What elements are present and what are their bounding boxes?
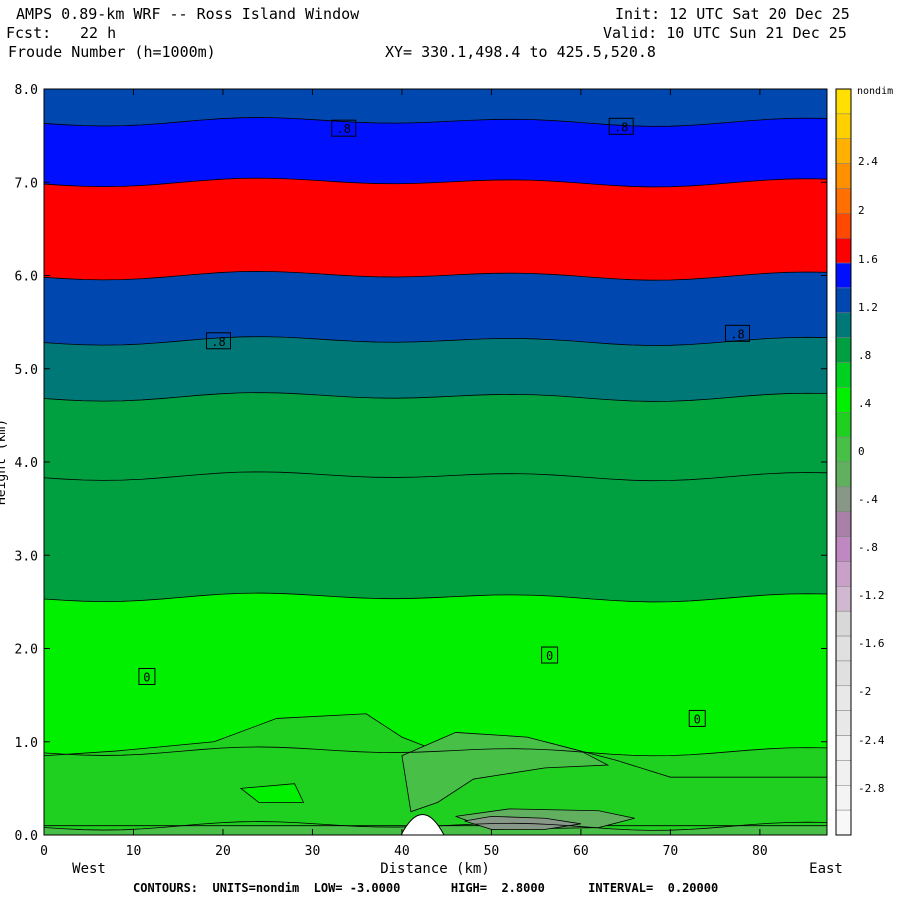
- contour-label: .8: [211, 335, 225, 349]
- colorbar-swatch: [835, 586, 852, 612]
- colorbar-tick-label: -.8: [858, 541, 878, 554]
- colorbar-swatch: [835, 163, 852, 189]
- colorbar-tick-label: -2.8: [858, 782, 885, 795]
- y-tick-label: 7.0: [15, 176, 38, 191]
- colorbar-swatch: [835, 138, 852, 164]
- colorbar-swatch: [835, 337, 852, 363]
- colorbar-swatch: [835, 287, 852, 314]
- y-tick-label: 4.0: [15, 456, 38, 471]
- contour-label: .8: [730, 327, 744, 341]
- y-tick-label: 0.0: [15, 829, 38, 844]
- colorbar-tick-label: .4: [858, 397, 872, 410]
- colorbar-swatch: [835, 710, 852, 736]
- colorbar-swatch: [835, 760, 852, 786]
- colorbar-tick-label: -2.4: [858, 734, 885, 747]
- contour-fill-layer: [43, 89, 828, 835]
- contour-band: [44, 117, 827, 187]
- cross-section-chart: 0.01.02.03.04.05.06.07.08.0 0 10 20 30 40 50 6…: [0, 83, 893, 895]
- colorbar-swatch: [835, 237, 852, 264]
- contour-band: [44, 392, 827, 481]
- colorbar-tick-label: -2: [858, 685, 871, 698]
- colorbar-swatch: [835, 387, 852, 413]
- x-axis-east-label: East: [809, 861, 843, 877]
- y-tick-label: 2.0: [15, 643, 38, 658]
- colorbar-swatch: [835, 262, 852, 289]
- colorbar-units-label: nondim: [857, 86, 893, 97]
- x-tick-label: 60: [573, 844, 589, 859]
- colorbar-swatch: [835, 362, 852, 388]
- x-axis-label: Distance (km): [380, 861, 490, 877]
- colorbar-swatch: [835, 635, 852, 662]
- y-tick-label: 5.0: [15, 363, 38, 378]
- y-axis-label: Height (km): [0, 419, 9, 505]
- colorbar-tick-label: 2.4: [858, 155, 878, 168]
- colorbar-swatch: [835, 511, 852, 537]
- colorbar-tick-label: -.4: [858, 493, 878, 506]
- y-tick-label: 1.0: [15, 736, 38, 751]
- colorbar-swatch: [835, 660, 852, 687]
- colorbar-tick-label: -1.2: [858, 589, 885, 602]
- colorbar-swatch: [835, 188, 852, 214]
- x-tick-label: 50: [484, 844, 500, 859]
- x-tick-label: 80: [752, 844, 768, 859]
- colorbar-swatch: [835, 412, 852, 438]
- y-tick-label: 8.0: [15, 83, 38, 98]
- colorbar-swatch: [835, 312, 852, 338]
- contour-summary: CONTOURS: UNITS=nondim LOW= -3.0000 HIGH…: [133, 881, 718, 895]
- colorbar-swatch: [835, 735, 852, 761]
- colorbar-swatch: [835, 536, 852, 562]
- contour-band: [44, 89, 827, 127]
- x-axis-west-label: West: [72, 861, 106, 877]
- colorbar-swatch: [835, 561, 852, 587]
- colorbar-tick-label: 1.6: [858, 253, 878, 266]
- x-tick-label: 20: [215, 844, 231, 859]
- contour-band: [44, 593, 827, 756]
- colorbar-swatch: [835, 436, 852, 463]
- colorbar-swatch: [835, 486, 852, 512]
- colorbar-tick-label: 0: [858, 445, 865, 458]
- colorbar: 2.4 2 1.6 1.2 .8 .4 0 -.4 -.8 -1.2 -1.6 -2 -2.4 -2.8: [835, 88, 885, 836]
- y-tick-label: 3.0: [15, 549, 38, 564]
- contour-band: [44, 178, 827, 281]
- x-tick-label: 10: [126, 844, 142, 859]
- colorbar-tick-label: 1.2: [858, 301, 878, 314]
- colorbar-swatch: [835, 809, 852, 836]
- x-tick-label: 0: [40, 844, 48, 859]
- y-tick-label: 6.0: [15, 270, 38, 285]
- contour-band: [44, 271, 827, 346]
- colorbar-swatch: [835, 113, 852, 139]
- colorbar-tick-label: .8: [858, 349, 871, 362]
- contour-label: 0: [143, 670, 150, 684]
- colorbar-tick-label: 2: [858, 204, 865, 217]
- x-tick-label: 30: [305, 844, 321, 859]
- colorbar-swatch: [835, 88, 852, 115]
- x-tick-label: 40: [394, 844, 410, 859]
- contour-label: .8: [337, 122, 351, 136]
- x-tick-label: 70: [663, 844, 679, 859]
- contour-band: [44, 471, 827, 602]
- colorbar-swatch: [835, 461, 852, 488]
- colorbar-swatch: [835, 213, 852, 239]
- colorbar-tick-label: -1.6: [858, 637, 885, 650]
- colorbar-swatch: [835, 685, 852, 711]
- contour-label: 0: [694, 712, 701, 726]
- contour-label: .8: [614, 120, 628, 134]
- contour-label: 0: [546, 649, 553, 663]
- colorbar-swatch: [835, 610, 852, 637]
- contour-band: [44, 336, 827, 402]
- colorbar-swatch: [835, 785, 852, 811]
